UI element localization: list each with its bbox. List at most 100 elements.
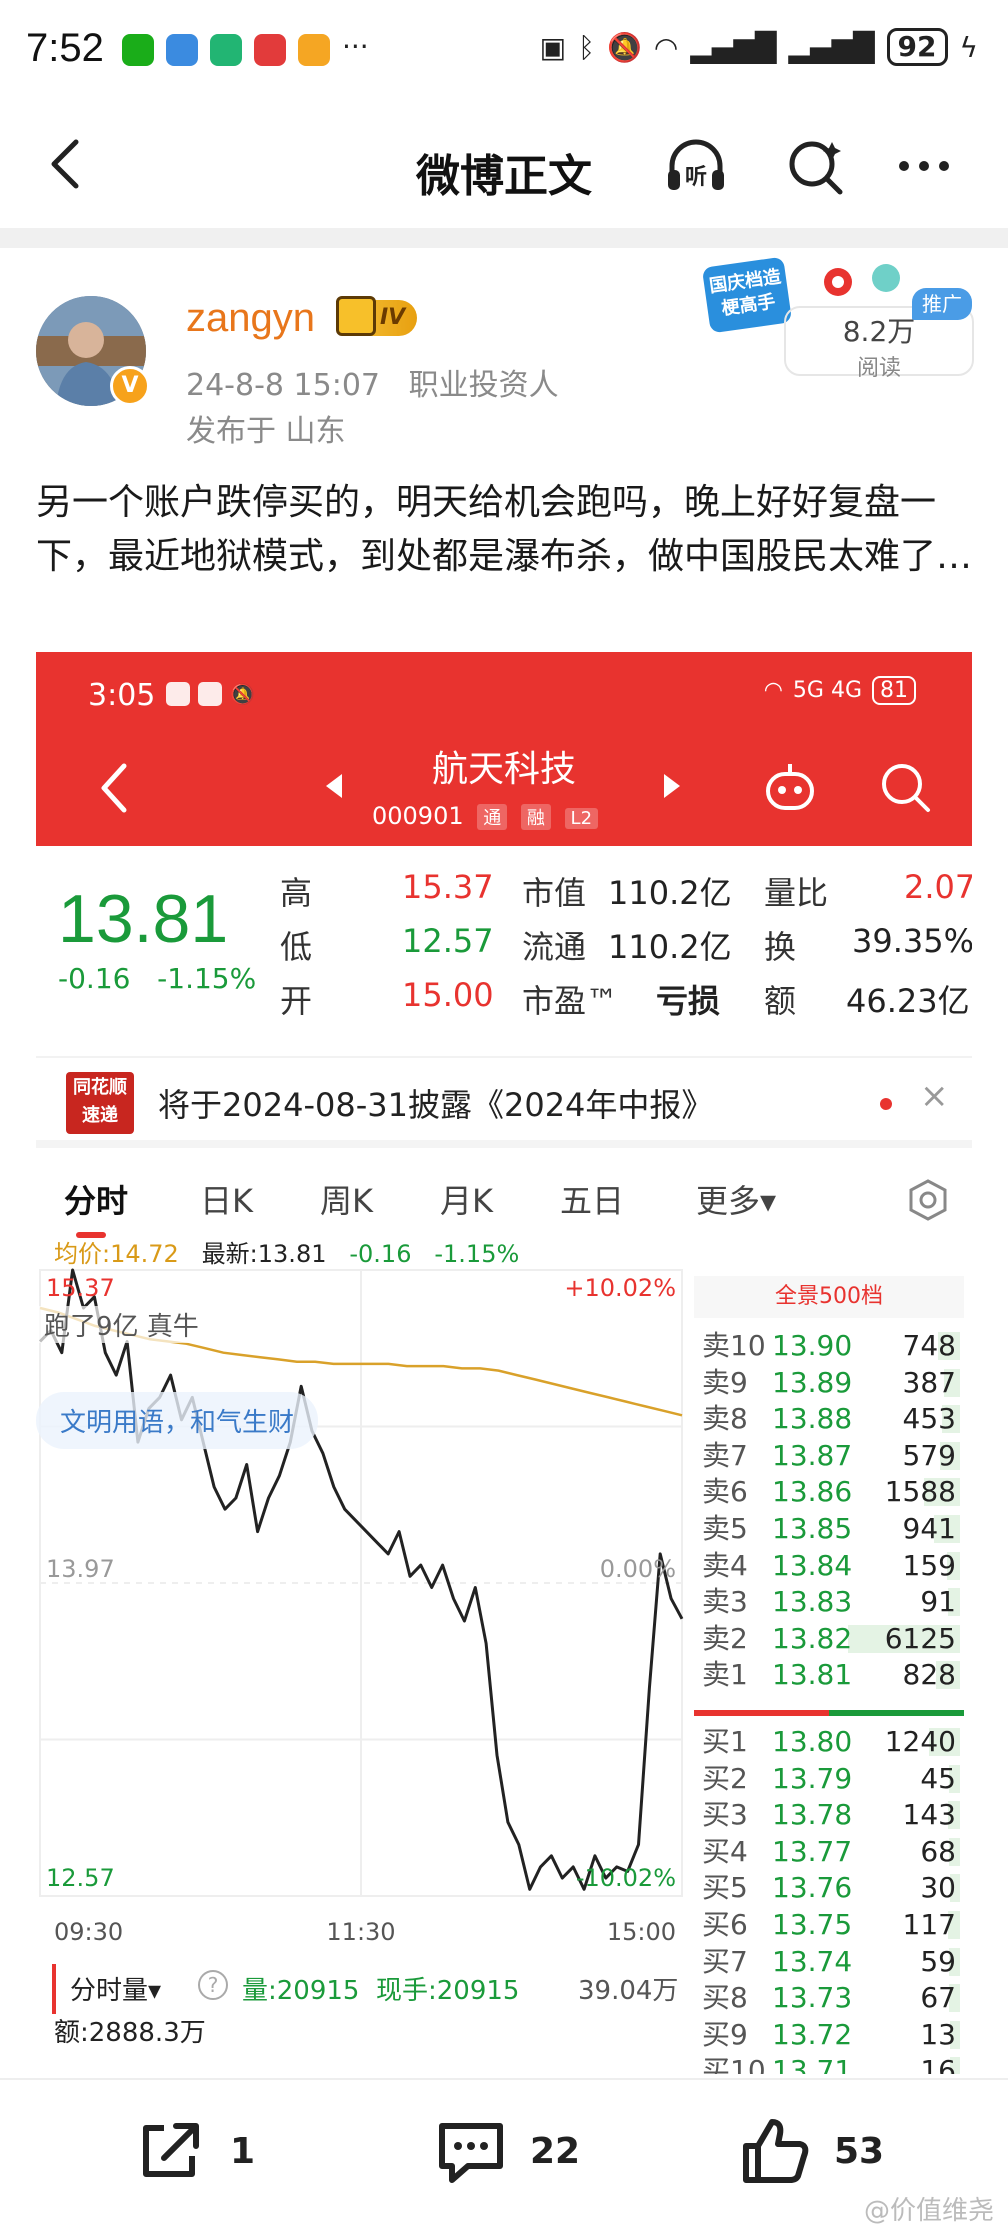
- level-volume: 59: [920, 1944, 956, 1978]
- signal-icon: ▂▄▆█: [690, 30, 777, 64]
- x-axis-mid-label: 11:30: [326, 1918, 395, 1946]
- comment-button[interactable]: 22: [434, 2116, 580, 2186]
- share-button[interactable]: 1: [134, 2116, 255, 2186]
- order-book-title: 全景500档: [694, 1276, 964, 1318]
- level-label: 卖1: [702, 1658, 748, 1692]
- bid-row: 买10 13.71 16: [694, 2053, 964, 2074]
- thumbs-up-icon: [743, 2119, 809, 2183]
- level-volume: 828: [902, 1658, 956, 1692]
- promo-tag[interactable]: 国庆档造梗高手: [701, 256, 793, 334]
- page-title: 微博正文: [416, 151, 592, 202]
- level-volume: 16: [920, 2054, 956, 2074]
- level-label: 买4: [702, 1834, 748, 1868]
- wifi-icon: ◠: [653, 30, 679, 64]
- volume-max: 39.04万: [578, 1976, 679, 2006]
- volume-marker: [52, 1964, 56, 2014]
- ask-row: 卖3 13.83 91: [694, 1584, 964, 1620]
- level-price: 13.86: [772, 1475, 853, 1509]
- tab-day-k: 日K: [200, 1182, 253, 1220]
- search-icon[interactable]: [784, 134, 848, 198]
- order-book: 全景500档 卖10 13.90 748 卖9 13.89 387 卖8 13.88 453 卖7…: [694, 1276, 964, 2074]
- embedded-system-icons: ◠ 5G 4G 81: [764, 676, 916, 705]
- ask-row: 卖1 13.81 828: [694, 1657, 964, 1693]
- intraday-chart: 15.37 13.97 12.57 +10.02% 0.00% -10.02% 09:30 1…: [38, 1268, 684, 1946]
- share-count: 1: [230, 2130, 256, 2172]
- level-label: 买10: [702, 2054, 766, 2074]
- quote-high: 15.37: [402, 868, 494, 906]
- level-volume: 91: [920, 1585, 956, 1619]
- quote-pe: 亏损: [656, 982, 721, 1020]
- status-bar: 7:52 ··· ▣ ᛒ 🔕 ◠ ▂▄▆█ ▂▄▆█ 92 ϟ: [0, 0, 1008, 104]
- code-tag: 通: [477, 804, 508, 830]
- level-volume: 159: [902, 1548, 956, 1582]
- bid-row: 买4 13.77 68: [694, 1834, 964, 1870]
- bid-row: 买9 13.72 13: [694, 2017, 964, 2053]
- level-price: 13.77: [772, 1834, 853, 1868]
- username[interactable]: zangyn: [186, 296, 315, 341]
- robot-icon: [766, 764, 814, 810]
- ask-row: 卖2 13.82 6125: [694, 1621, 964, 1657]
- wechat-icon: [166, 682, 190, 706]
- chart-tabs: 分时 日K 周K 月K 五日 更多▾: [36, 1162, 972, 1242]
- current-hand: 现手:20915: [376, 1976, 520, 2006]
- y-axis-top-label: 15.37: [46, 1274, 115, 1302]
- more-dots: ···: [342, 30, 369, 63]
- price-change: -0.16 -1.15%: [58, 962, 256, 995]
- y-axis-bottom-label: 12.57: [46, 1864, 115, 1892]
- level-volume: 1588: [884, 1475, 956, 1509]
- level-volume: 67: [920, 1981, 956, 2015]
- ad-tag: 推广: [912, 288, 972, 320]
- nfc-icon: ▣: [539, 30, 567, 64]
- tab-month-k: 月K: [440, 1182, 493, 1220]
- volume-title: 分时量▾: [70, 1976, 162, 2006]
- pct-bottom-label: -10.02%: [576, 1864, 676, 1892]
- x-axis-end-label: 15:00: [607, 1918, 676, 1946]
- notification-icons: ···: [122, 30, 369, 66]
- tab-more: 更多▾: [696, 1182, 777, 1220]
- watermark: @价值维尧: [863, 2196, 994, 2226]
- listen-icon[interactable]: 听: [664, 134, 728, 198]
- overlay-tag: 跑了9亿 真牛: [36, 1306, 207, 1343]
- notice-bar: 同花顺速递 将于2024-08-31披露《2024年中报》 ×: [36, 1056, 972, 1148]
- quote-amount: 46.23亿: [846, 982, 970, 1020]
- bid-row: 买1 13.80 1240: [694, 1724, 964, 1760]
- chart-legend: 均价:14.72 最新:13.81 -0.16 -1.15%: [54, 1234, 519, 1269]
- status-time: 7:52: [26, 26, 104, 70]
- level-label: 买9: [702, 2017, 748, 2051]
- quote-turnover: 39.35%: [852, 922, 972, 960]
- network-label: 5G 4G: [792, 678, 862, 703]
- level-volume: 453: [902, 1402, 956, 1436]
- comment-count: 22: [530, 2130, 581, 2172]
- level-label: 卖3: [702, 1585, 748, 1619]
- level-price: 13.74: [772, 1944, 853, 1978]
- embedded-screenshot[interactable]: 3:05 🔕 ◠ 5G 4G 81 航天科技 000901 通 融 L2 13.…: [36, 652, 972, 2074]
- level-volume: 748: [902, 1329, 956, 1362]
- quote-label: 量比: [764, 874, 829, 912]
- level-price: 13.72: [772, 2017, 853, 2051]
- quote-label: 市盈™: [522, 982, 619, 1020]
- level-volume: 143: [902, 1798, 956, 1832]
- like-count: 53: [834, 2130, 885, 2172]
- more-icon[interactable]: [892, 134, 956, 198]
- level-label: 买6: [702, 1908, 748, 1941]
- level-price: 13.85: [772, 1512, 853, 1545]
- wechat-icon: [122, 34, 154, 66]
- settings-icon: [909, 1179, 947, 1221]
- level-label: 买5: [702, 1871, 748, 1905]
- notice-text: 将于2024-08-31披露《2024年中报》: [158, 1086, 714, 1124]
- like-button[interactable]: 53: [738, 2116, 884, 2186]
- quote-float: 110.2亿: [608, 928, 732, 966]
- quote-label: 换: [764, 928, 797, 966]
- post-meta: 24-8-8 15:07 职业投资人: [186, 360, 559, 404]
- overlay-chip: 文明用语，和气生财: [36, 1392, 319, 1449]
- quote-label: 额: [764, 982, 797, 1020]
- level-price: 13.76: [772, 1871, 853, 1905]
- level-label: 买2: [702, 1761, 748, 1795]
- help-icon: ?: [198, 1970, 228, 2000]
- level-label: 卖6: [702, 1475, 748, 1509]
- action-bar: 1 22 53: [0, 2078, 1008, 2232]
- bid-row: 买8 13.73 67: [694, 1980, 964, 2016]
- quote-label: 流通: [522, 928, 587, 966]
- level-price: 13.75: [772, 1908, 853, 1941]
- ask-row: 卖8 13.88 453: [694, 1401, 964, 1437]
